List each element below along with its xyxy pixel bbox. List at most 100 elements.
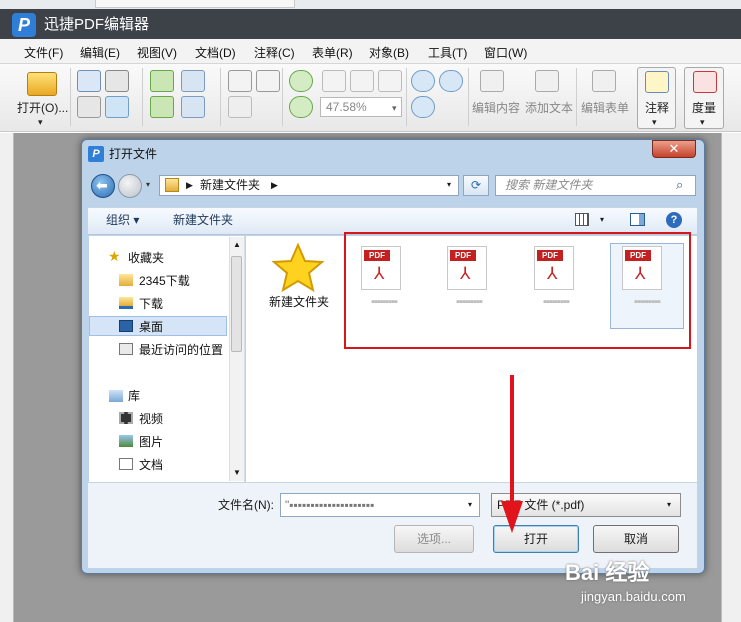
toolbar-separator: [220, 68, 221, 126]
toolbar-separator: [468, 68, 469, 126]
menu-window[interactable]: 窗口(W): [484, 45, 527, 61]
red-pointer-arrow-icon: [499, 375, 525, 535]
scroll-down-arrow-icon[interactable]: ▼: [233, 468, 241, 478]
nav-favorites[interactable]: 收藏夹: [128, 251, 164, 265]
toolbar-separator: [70, 68, 71, 126]
toolbar-separator: [576, 68, 577, 126]
menu-tools[interactable]: 工具(T): [428, 45, 467, 61]
open-button-label[interactable]: 打开(O)...: [17, 101, 68, 115]
nav-item-recent-places[interactable]: 最近访问的位置: [139, 343, 223, 357]
toolbar-separator: [142, 68, 143, 126]
measure-dropdown-chevron-icon[interactable]: ▾: [700, 115, 705, 129]
address-dropdown-chevron-icon[interactable]: ▾: [447, 178, 451, 192]
file-item-folder[interactable]: [270, 242, 326, 294]
nav-library[interactable]: 库: [128, 389, 140, 403]
snapshot-icon[interactable]: [228, 96, 252, 118]
menu-edit[interactable]: 编辑(E): [80, 45, 120, 61]
scroll-up-arrow-icon[interactable]: ▲: [233, 240, 241, 250]
nav-item-downloads[interactable]: 下载: [139, 297, 163, 311]
undo-icon[interactable]: [181, 70, 205, 92]
folder-star-icon: [271, 242, 325, 293]
redo-icon[interactable]: [181, 96, 205, 118]
watermark-url: jingyan.baidu.com: [581, 589, 686, 604]
print-icon[interactable]: [77, 96, 101, 118]
nav-item-documents[interactable]: 文档: [139, 458, 163, 472]
forward-button[interactable]: [118, 174, 142, 198]
comment-label: 注释: [645, 101, 670, 115]
forward-arrow-icon[interactable]: [150, 96, 174, 118]
open-folder-icon[interactable]: [27, 72, 57, 96]
comment-dropdown-chevron-icon[interactable]: ▾: [652, 115, 657, 129]
folder-icon: [165, 178, 179, 192]
new-folder-button[interactable]: 新建文件夹: [173, 213, 233, 227]
documents-icon: [119, 458, 133, 470]
edit-form-button[interactable]: 编辑表单: [581, 101, 629, 115]
menu-view[interactable]: 视图(V): [137, 45, 177, 61]
zoom-in-magnifier-icon[interactable]: [411, 70, 435, 92]
add-text-icon[interactable]: [535, 70, 559, 92]
search-icon[interactable]: ⌕: [676, 177, 683, 193]
back-arrow-icon[interactable]: [150, 70, 174, 92]
select-text-icon[interactable]: [256, 70, 280, 92]
comment-note-icon: [645, 71, 669, 93]
menu-file[interactable]: 文件(F): [24, 45, 63, 61]
filename-input[interactable]: "▪▪▪▪▪▪▪▪▪▪▪▪▪▪▪▪▪▪▪▪: [280, 493, 480, 517]
menu-object[interactable]: 对象(B): [369, 45, 409, 61]
recent-pages-chevron-icon[interactable]: ▾: [146, 180, 150, 189]
back-arrow-icon: ⬅: [96, 177, 108, 193]
add-text-button[interactable]: 添加文本: [525, 101, 573, 115]
app-title: 迅捷PDF编辑器: [44, 16, 150, 33]
zoom-input[interactable]: 47.58%: [320, 97, 402, 117]
app-logo-icon: P: [12, 13, 36, 37]
browser-top-strip: [0, 0, 741, 9]
actual-size-icon[interactable]: [322, 70, 346, 92]
view-dropdown-chevron-icon[interactable]: ▾: [600, 214, 604, 226]
zoom-dropdown-chevron-icon[interactable]: ▾: [392, 101, 397, 115]
fit-page-icon[interactable]: [350, 70, 374, 92]
filename-dropdown-chevron-icon[interactable]: ▾: [468, 499, 472, 511]
zoom-plus-icon[interactable]: [411, 96, 435, 118]
fit-width-icon[interactable]: [378, 70, 402, 92]
open-dropdown-chevron-icon[interactable]: ▾: [38, 115, 43, 129]
edit-form-icon[interactable]: [592, 70, 616, 92]
filter-dropdown-chevron-icon[interactable]: ▾: [667, 499, 671, 511]
cancel-button[interactable]: 取消: [593, 525, 679, 553]
help-icon[interactable]: ?: [666, 212, 682, 228]
video-icon: [119, 412, 133, 424]
nav-item-pictures[interactable]: 图片: [139, 435, 163, 449]
nav-item-videos[interactable]: 视频: [139, 412, 163, 426]
save-icon[interactable]: [77, 70, 101, 92]
preview-pane-icon[interactable]: [630, 213, 645, 226]
menu-document[interactable]: 文档(D): [195, 45, 236, 61]
hand-tool-icon[interactable]: [228, 70, 252, 92]
zoom-out-icon[interactable]: [439, 70, 463, 92]
library-icon: [109, 390, 123, 402]
email-icon[interactable]: [105, 96, 129, 118]
toolbar-separator: [282, 68, 283, 126]
nav-item-desktop[interactable]: 桌面: [139, 320, 163, 334]
recent-places-icon: [119, 343, 133, 355]
nav-item-2345-downloads[interactable]: 2345下载: [139, 274, 190, 288]
edit-content-icon[interactable]: [480, 70, 504, 92]
options-button[interactable]: 选项...: [394, 525, 474, 553]
scanner-icon[interactable]: [105, 70, 129, 92]
baidu-watermark: Bai 经验: [565, 560, 650, 585]
refresh-icon[interactable]: ⟳: [463, 175, 489, 196]
rotate-clockwise-icon[interactable]: [289, 70, 313, 92]
measure-label: 度量: [692, 101, 717, 115]
breadcrumb-current-folder[interactable]: 新建文件夹: [200, 178, 260, 192]
breadcrumb-arrow-icon[interactable]: ▶: [271, 178, 278, 192]
view-options-icon[interactable]: [575, 213, 589, 226]
dialog-close-button[interactable]: ✕: [652, 140, 696, 158]
breadcrumb-arrow-icon[interactable]: ▶: [186, 178, 193, 192]
dialog-app-icon: P: [88, 146, 104, 162]
edit-content-button[interactable]: 编辑内容: [472, 101, 520, 115]
menu-form[interactable]: 表单(R): [312, 45, 353, 61]
menu-comment[interactable]: 注释(C): [254, 45, 295, 61]
organize-button[interactable]: 组织 ▾: [106, 213, 139, 227]
right-side-panel: [721, 133, 741, 622]
left-side-panel: [0, 133, 14, 622]
nav-scrollbar-thumb[interactable]: [231, 256, 242, 352]
search-input[interactable]: 搜索 新建文件夹: [495, 175, 696, 196]
rotate-counterclockwise-icon[interactable]: [289, 96, 313, 118]
